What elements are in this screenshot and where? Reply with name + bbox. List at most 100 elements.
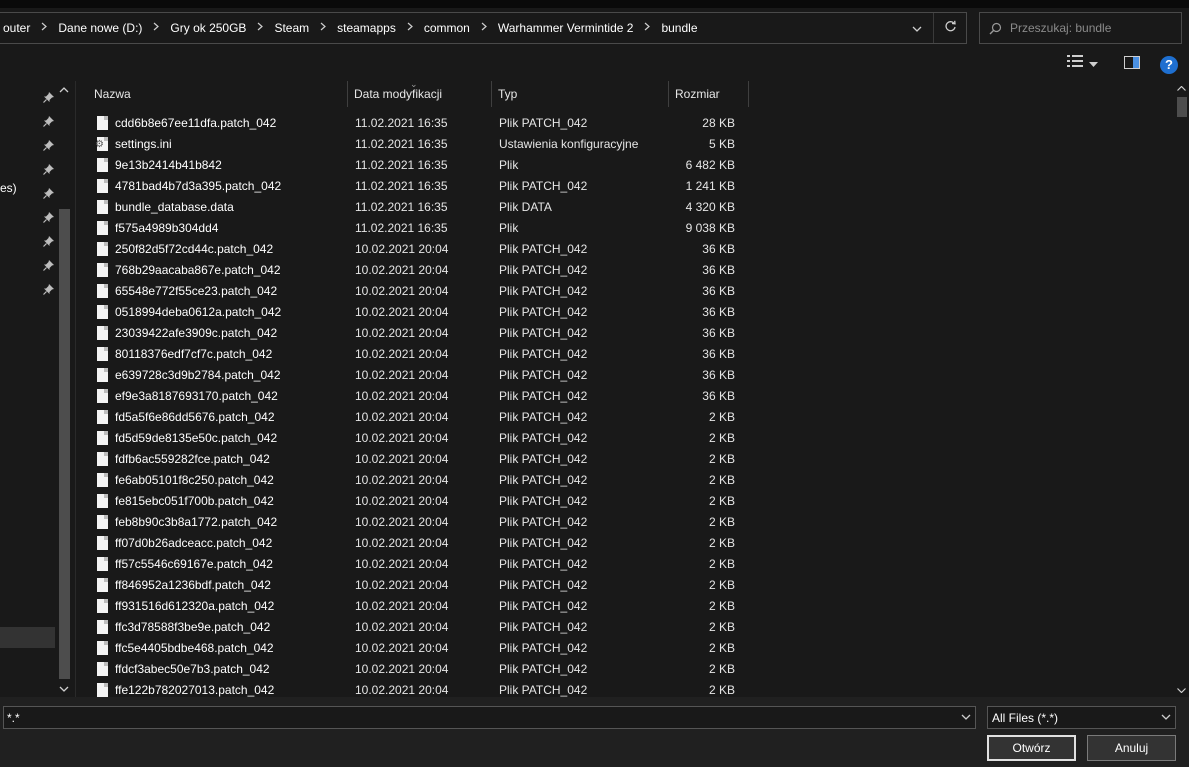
scroll-up-icon[interactable] bbox=[1177, 83, 1186, 93]
file-name: 23039422afe3909c.patch_042 bbox=[115, 325, 278, 340]
table-row[interactable]: 23039422afe3909c.patch_042 10.02.2021 20:… bbox=[77, 322, 1175, 343]
table-row[interactable]: ffc5e4405bdbe468.patch_042 10.02.2021 20:… bbox=[77, 637, 1175, 658]
file-name: e639728c3d9b2784.patch_042 bbox=[115, 367, 281, 382]
table-row[interactable]: cdd6b8e67ee11dfa.patch_042 11.02.2021 16:… bbox=[77, 112, 1175, 133]
pane-divider[interactable] bbox=[75, 81, 76, 697]
nav-scroll-thumb[interactable] bbox=[59, 209, 70, 679]
table-row[interactable]: fd5a5f6e86dd5676.patch_042 10.02.2021 20:… bbox=[77, 406, 1175, 427]
preview-pane-button[interactable] bbox=[1124, 56, 1140, 72]
file-type: Plik PATCH_042 bbox=[499, 388, 588, 403]
table-row[interactable]: fe6ab05101f8c250.patch_042 10.02.2021 20:… bbox=[77, 469, 1175, 490]
breadcrumb-chevron-icon[interactable] bbox=[637, 22, 657, 34]
table-row[interactable]: e639728c3d9b2784.patch_042 10.02.2021 20:… bbox=[77, 364, 1175, 385]
filename-combobox[interactable] bbox=[3, 706, 976, 729]
table-row[interactable]: 9e13b2414b41b842 11.02.2021 16:35 Plik 6 48… bbox=[77, 154, 1175, 175]
column-headers: Nazwa ⌄ Data modyfikacji Typ Rozmiar bbox=[77, 81, 1175, 107]
file-type-filter[interactable]: All Files (*.*) bbox=[987, 706, 1176, 729]
file-name-cell: ef9e3a8187693170.patch_042 bbox=[77, 388, 348, 403]
table-row[interactable]: ffc3d78588f3be9e.patch_042 10.02.2021 20:… bbox=[77, 616, 1175, 637]
breadcrumb-chevron-icon[interactable] bbox=[313, 22, 333, 34]
table-row[interactable]: 65548e772f55ce23.patch_042 10.02.2021 20:… bbox=[77, 280, 1175, 301]
breadcrumb-item[interactable]: Warhammer Vermintide 2 bbox=[494, 21, 638, 35]
refresh-button[interactable] bbox=[934, 13, 966, 43]
table-row[interactable]: settings.ini 11.02.2021 16:35 Ustawienia k… bbox=[77, 133, 1175, 154]
column-header-size[interactable]: Rozmiar bbox=[669, 81, 749, 107]
breadcrumb-item[interactable]: outer bbox=[0, 21, 34, 35]
scroll-up-icon[interactable] bbox=[59, 85, 69, 96]
breadcrumb-item[interactable]: Steam bbox=[270, 21, 313, 35]
view-options-dropdown-icon[interactable] bbox=[1089, 56, 1098, 70]
table-row[interactable]: ff57c5546c69167e.patch_042 10.02.2021 20:… bbox=[77, 553, 1175, 574]
column-header-type[interactable]: Typ bbox=[492, 81, 669, 107]
file-date: 10.02.2021 20:04 bbox=[355, 241, 449, 256]
file-name: ff07d0b26adceacc.patch_042 bbox=[115, 535, 273, 550]
nav-scrollbar[interactable] bbox=[56, 81, 73, 697]
file-date: 10.02.2021 20:04 bbox=[355, 304, 449, 319]
chevron-down-icon[interactable] bbox=[957, 712, 975, 723]
chevron-down-icon[interactable] bbox=[1157, 712, 1175, 723]
breadcrumb-item[interactable]: steamapps bbox=[333, 21, 400, 35]
table-row[interactable]: fdfb6ac559282fce.patch_042 10.02.2021 20:… bbox=[77, 448, 1175, 469]
table-row[interactable]: 768b29aacaba867e.patch_042 10.02.2021 20:… bbox=[77, 259, 1175, 280]
table-row[interactable]: ff931516d612320a.patch_042 10.02.2021 20:… bbox=[77, 595, 1175, 616]
file-list-scrollbar[interactable] bbox=[1175, 81, 1189, 697]
file-type: Plik PATCH_042 bbox=[499, 367, 588, 382]
file-icon bbox=[97, 115, 108, 130]
table-row[interactable]: feb8b90c3b8a1772.patch_042 10.02.2021 20:… bbox=[77, 511, 1175, 532]
scroll-down-icon[interactable] bbox=[1177, 685, 1186, 695]
address-history-dropdown[interactable] bbox=[901, 13, 933, 43]
file-name: 65548e772f55ce23.patch_042 bbox=[115, 283, 278, 298]
breadcrumb-chevron-icon[interactable] bbox=[146, 22, 166, 34]
breadcrumb-item[interactable]: Gry ok 250GB bbox=[166, 21, 250, 35]
file-name: ff57c5546c69167e.patch_042 bbox=[115, 556, 273, 571]
file-list-scroll-thumb[interactable] bbox=[1177, 97, 1187, 117]
file-name-cell: ff931516d612320a.patch_042 bbox=[77, 598, 348, 613]
help-button[interactable]: ? bbox=[1160, 56, 1178, 74]
table-row[interactable]: bundle_database.data 11.02.2021 16:35 Plik… bbox=[77, 196, 1175, 217]
open-button[interactable]: Otwórz bbox=[987, 735, 1076, 761]
table-row[interactable]: ff07d0b26adceacc.patch_042 10.02.2021 20:… bbox=[77, 532, 1175, 553]
table-row[interactable]: ef9e3a8187693170.patch_042 10.02.2021 20:… bbox=[77, 385, 1175, 406]
file-icon bbox=[97, 283, 108, 298]
table-row[interactable]: fd5d59de8135e50c.patch_042 10.02.2021 20:… bbox=[77, 427, 1175, 448]
table-row[interactable]: 250f82d5f72cd44c.patch_042 10.02.2021 20:… bbox=[77, 238, 1175, 259]
scroll-down-icon[interactable] bbox=[59, 684, 69, 695]
nav-item-label[interactable]: es) bbox=[0, 181, 17, 195]
search-box[interactable] bbox=[979, 12, 1182, 44]
breadcrumb-chevron-icon[interactable] bbox=[400, 22, 420, 34]
table-row[interactable]: 80118376edf7cf7c.patch_042 10.02.2021 20:… bbox=[77, 343, 1175, 364]
table-row[interactable]: fe815ebc051f700b.patch_042 10.02.2021 20:… bbox=[77, 490, 1175, 511]
file-date: 10.02.2021 20:04 bbox=[355, 661, 449, 676]
table-row[interactable]: ffe122b782027013.patch_042 10.02.2021 20:… bbox=[77, 679, 1175, 697]
file-type: Plik PATCH_042 bbox=[499, 283, 588, 298]
file-size: 2 KB bbox=[708, 514, 735, 529]
nav-selected-item[interactable] bbox=[0, 627, 55, 648]
search-input[interactable] bbox=[1010, 21, 1170, 35]
breadcrumb-item[interactable]: Dane nowe (D:) bbox=[54, 21, 146, 35]
file-type: Plik DATA bbox=[499, 199, 552, 214]
address-bar[interactable]: outer Dane nowe (D:) Gry ok 250GB Steam stea… bbox=[0, 12, 967, 44]
table-row[interactable]: ff846952a1236bdf.patch_042 10.02.2021 20:… bbox=[77, 574, 1175, 595]
file-icon bbox=[97, 157, 108, 172]
file-name: ffc3d78588f3be9e.patch_042 bbox=[115, 619, 271, 634]
table-row[interactable]: ffdcf3abec50e7b3.patch_042 10.02.2021 20:… bbox=[77, 658, 1175, 679]
table-row[interactable]: f575a4989b304dd4 11.02.2021 16:35 Plik 9 03… bbox=[77, 217, 1175, 238]
file-date: 10.02.2021 20:04 bbox=[355, 514, 449, 529]
column-header-name[interactable]: Nazwa bbox=[77, 81, 348, 107]
breadcrumb-item[interactable]: common bbox=[420, 21, 474, 35]
change-view-button[interactable] bbox=[1067, 55, 1098, 70]
table-row[interactable]: 4781bad4b7d3a395.patch_042 11.02.2021 16:… bbox=[77, 175, 1175, 196]
cancel-button[interactable]: Anuluj bbox=[1087, 735, 1176, 761]
filename-input[interactable] bbox=[4, 710, 957, 725]
column-header-size-label: Rozmiar bbox=[675, 87, 720, 101]
breadcrumb-chevron-icon[interactable] bbox=[34, 22, 54, 34]
breadcrumb-chevron-icon[interactable] bbox=[474, 22, 494, 34]
file-name-cell: fd5a5f6e86dd5676.patch_042 bbox=[77, 409, 348, 424]
sort-indicator-icon: ⌄ bbox=[410, 81, 418, 89]
breadcrumb-chevron-icon[interactable] bbox=[250, 22, 270, 34]
file-date: 10.02.2021 20:04 bbox=[355, 409, 449, 424]
column-header-date[interactable]: ⌄ Data modyfikacji bbox=[348, 81, 492, 107]
breadcrumb-item[interactable]: bundle bbox=[657, 21, 701, 35]
file-name-cell: 768b29aacaba867e.patch_042 bbox=[77, 262, 348, 277]
table-row[interactable]: 0518994deba0612a.patch_042 10.02.2021 20:… bbox=[77, 301, 1175, 322]
